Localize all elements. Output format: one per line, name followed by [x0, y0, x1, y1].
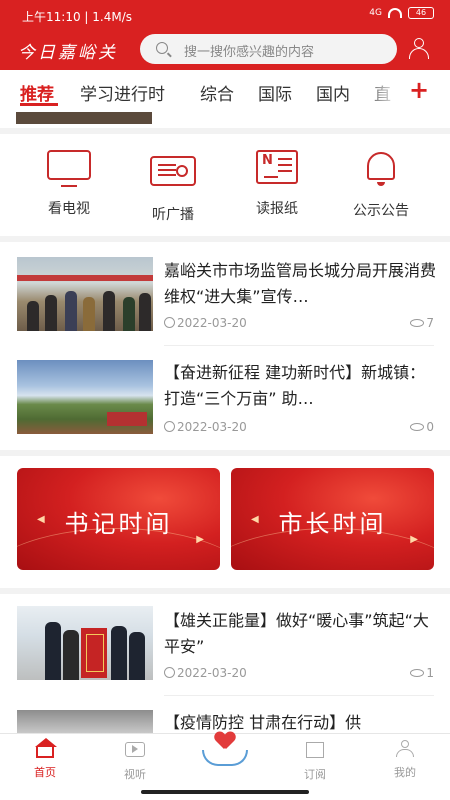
- home-indicator[interactable]: [141, 790, 309, 794]
- divider: [164, 695, 434, 696]
- quick-link-notices[interactable]: 公示公告: [336, 150, 426, 220]
- news-views: 1: [410, 666, 434, 680]
- quick-link-label: 听广播: [152, 207, 194, 223]
- feature-banners: ◀ 书记时间 ▶ ◀ 市长时间 ▶: [0, 456, 450, 588]
- news-thumbnail: [17, 606, 153, 680]
- app-root: 上午11:10 | 1.4M/s 4G 46 今日嘉峪关 搜一搜你感兴趣的内容 …: [0, 0, 450, 800]
- clock-icon: [164, 317, 175, 328]
- news-title: 嘉峪关市市场监管局长城分局开展消费维权“进大集”宣传…: [164, 261, 436, 306]
- battery-icon: 46: [408, 7, 434, 19]
- news-thumbnail: [16, 112, 152, 124]
- search-icon: [156, 42, 168, 54]
- app-header: 上午11:10 | 1.4M/s 4G 46 今日嘉峪关 搜一搜你感兴趣的内容: [0, 0, 450, 70]
- search-bar[interactable]: 搜一搜你感兴趣的内容: [140, 34, 397, 64]
- news-title: 【奋进新征程 建功新时代】新城镇：打造“三个万亩” 助…: [164, 363, 426, 408]
- news-views: 7: [410, 316, 434, 330]
- news-date-text: 2022-03-20: [177, 420, 247, 434]
- status-icons: 4G 46: [369, 7, 434, 19]
- heart-icon: [215, 732, 235, 750]
- tab-international[interactable]: 国际: [258, 80, 292, 105]
- banner-secretary-time[interactable]: ◀ 书记时间 ▶: [17, 468, 220, 570]
- center-heart-button[interactable]: [198, 726, 252, 772]
- news-item[interactable]: 嘉峪关市市场监管局长城分局开展消费维权“进大集”宣传… 2022-03-20 7: [0, 242, 450, 346]
- eye-icon: [410, 669, 425, 677]
- news-views-text: 7: [426, 316, 434, 330]
- tab-general[interactable]: 综合: [200, 80, 234, 105]
- quick-link-newspaper[interactable]: 读报纸: [232, 150, 322, 218]
- clock-icon: [164, 667, 175, 678]
- app-logo: 今日嘉峪关: [18, 43, 118, 63]
- bell-icon: [367, 152, 395, 186]
- news-list: 【雄关正能量】做好“暖心事”筑起“大平安” 2022-03-20 1 【疫情防控…: [0, 594, 450, 784]
- tabs-fade: [360, 70, 400, 110]
- subscribe-icon: [306, 742, 324, 758]
- news-title: 【雄关正能量】做好“暖心事”筑起“大平安”: [164, 611, 429, 656]
- news-date-text: 2022-03-20: [177, 316, 247, 330]
- quick-link-radio[interactable]: 听广播: [128, 150, 218, 224]
- banner-title: 书记时间: [64, 510, 173, 538]
- active-tab-indicator: [20, 103, 58, 106]
- news-date: 2022-03-20: [164, 420, 247, 434]
- hands-icon: [202, 750, 248, 766]
- news-date-text: 2022-03-20: [177, 666, 247, 680]
- quick-link-label: 公示公告: [353, 203, 409, 219]
- nav-subscribe[interactable]: 订阅: [285, 740, 345, 782]
- quick-link-label: 看电视: [48, 201, 90, 217]
- nav-label: 视听: [124, 768, 146, 781]
- user-icon[interactable]: [408, 37, 430, 59]
- news-item[interactable]: 【奋进新征程 建功新时代】新城镇：打造“三个万亩” 助… 2022-03-20 …: [0, 346, 450, 450]
- clock-icon: [164, 421, 175, 432]
- news-date: 2022-03-20: [164, 316, 247, 330]
- nav-media[interactable]: 视听: [105, 740, 165, 782]
- add-tab-button[interactable]: +: [409, 76, 429, 104]
- video-icon: [125, 742, 145, 757]
- news-thumbnail: [17, 360, 153, 434]
- nav-label: 首页: [34, 766, 56, 779]
- tab-recommend[interactable]: 推荐: [20, 80, 54, 105]
- newspaper-icon: [256, 150, 298, 184]
- nav-profile[interactable]: 我的: [375, 740, 435, 780]
- status-time-speed: 上午11:10 | 1.4M/s: [22, 10, 132, 24]
- banner-mayor-time[interactable]: ◀ 市长时间 ▶: [231, 468, 434, 570]
- wifi-icon: [388, 8, 402, 18]
- news-thumbnail: [17, 257, 153, 331]
- eye-icon: [410, 423, 425, 431]
- news-views-text: 0: [426, 420, 434, 434]
- news-views-text: 1: [426, 666, 434, 680]
- profile-icon: [395, 740, 415, 758]
- news-views: 0: [410, 420, 434, 434]
- news-list: 嘉峪关市市场监管局长城分局开展消费维权“进大集”宣传… 2022-03-20 7…: [0, 242, 450, 450]
- previous-news-item[interactable]: [0, 112, 450, 128]
- eye-icon: [410, 319, 425, 327]
- nav-home[interactable]: 首页: [15, 738, 75, 780]
- banner-title: 市长时间: [278, 510, 387, 538]
- quick-links: 看电视 听广播 读报纸 公示公告: [0, 134, 450, 236]
- tab-domestic[interactable]: 国内: [316, 80, 350, 105]
- news-date: 2022-03-20: [164, 666, 247, 680]
- home-icon: [35, 738, 57, 758]
- tv-icon: [47, 150, 91, 187]
- nav-label: 订阅: [304, 768, 326, 781]
- signal-icon: 4G: [369, 8, 382, 18]
- nav-label: 我的: [394, 766, 416, 779]
- quick-link-label: 读报纸: [256, 201, 298, 217]
- radio-icon: [150, 156, 196, 186]
- search-placeholder: 搜一搜你感兴趣的内容: [184, 45, 315, 60]
- quick-link-tv[interactable]: 看电视: [24, 150, 114, 218]
- status-bar: 上午11:10 | 1.4M/s 4G 46: [0, 0, 450, 30]
- news-item[interactable]: 【雄关正能量】做好“暖心事”筑起“大平安” 2022-03-20 1: [0, 594, 450, 698]
- tab-study[interactable]: 学习进行时: [80, 80, 165, 105]
